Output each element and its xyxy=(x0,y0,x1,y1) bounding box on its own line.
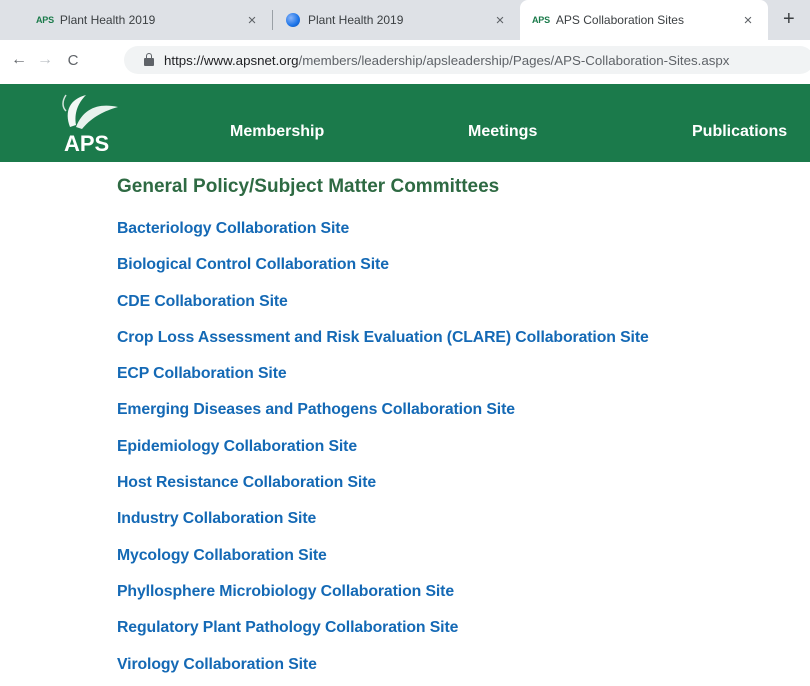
tab-aps-collaboration-sites[interactable]: APS APS Collaboration Sites × xyxy=(520,0,768,40)
aps-favicon-icon: APS xyxy=(532,15,550,25)
collaboration-site-link[interactable]: Mycology Collaboration Site xyxy=(117,547,327,564)
list-item: Virology Collaboration Site xyxy=(117,656,810,686)
collaboration-site-link[interactable]: Crop Loss Assessment and Risk Evaluation… xyxy=(117,329,649,346)
close-tab-icon[interactable]: × xyxy=(490,12,510,29)
tab-plant-health-1[interactable]: APS Plant Health 2019 × xyxy=(28,0,272,40)
list-item: Bacteriology Collaboration Site xyxy=(117,220,810,256)
page-heading: General Policy/Subject Matter Committees xyxy=(117,176,500,197)
close-tab-icon[interactable]: × xyxy=(738,12,758,29)
nav-membership[interactable]: Membership xyxy=(230,123,324,141)
list-item: Crop Loss Assessment and Risk Evaluation… xyxy=(117,329,810,365)
new-tab-button[interactable]: + xyxy=(783,8,795,31)
address-bar[interactable]: https://www.apsnet.org/members/leadershi… xyxy=(124,46,810,74)
collaboration-site-link[interactable]: Regulatory Plant Pathology Collaboration… xyxy=(117,619,458,636)
collaboration-site-link[interactable]: Industry Collaboration Site xyxy=(117,510,316,527)
tab-plant-health-2[interactable]: Plant Health 2019 × xyxy=(284,0,520,40)
close-tab-icon[interactable]: × xyxy=(242,12,262,29)
collaboration-site-link[interactable]: Virology Collaboration Site xyxy=(117,656,317,673)
collaboration-site-list: Bacteriology Collaboration Site Biologic… xyxy=(117,220,810,686)
list-item: Biological Control Collaboration Site xyxy=(117,256,810,292)
tab-divider xyxy=(272,10,273,30)
collaboration-site-link[interactable]: Phyllosphere Microbiology Collaboration … xyxy=(117,583,454,600)
collaboration-site-link[interactable]: ECP Collaboration Site xyxy=(117,365,287,382)
list-item: Regulatory Plant Pathology Collaboration… xyxy=(117,619,810,655)
tab-strip: APS Plant Health 2019 × Plant Health 201… xyxy=(0,0,810,40)
list-item: Host Resistance Collaboration Site xyxy=(117,474,810,510)
leaf-icon xyxy=(76,105,118,129)
nav-meetings[interactable]: Meetings xyxy=(468,123,537,141)
collaboration-site-link[interactable]: CDE Collaboration Site xyxy=(117,293,288,310)
globe-icon xyxy=(286,13,300,27)
aps-logo[interactable]: APS xyxy=(56,89,126,155)
list-item: Industry Collaboration Site xyxy=(117,510,810,546)
logo-text: APS xyxy=(64,131,109,155)
collaboration-site-link[interactable]: Biological Control Collaboration Site xyxy=(117,256,389,273)
browser-toolbar: ← → C https://www.apsnet.org/members/lea… xyxy=(0,40,810,80)
reload-icon[interactable]: C xyxy=(60,52,86,69)
url-text[interactable]: https://www.apsnet.org/members/leadershi… xyxy=(164,53,729,68)
site-header: APS Membership Meetings Publications xyxy=(0,84,810,162)
tab-title: APS Collaboration Sites xyxy=(555,13,684,27)
collaboration-site-link[interactable]: Bacteriology Collaboration Site xyxy=(117,220,349,237)
collaboration-site-link[interactable]: Epidemiology Collaboration Site xyxy=(117,438,357,455)
aps-favicon-icon: APS xyxy=(36,15,54,25)
main-content: General Policy/Subject Matter Committees… xyxy=(117,162,810,686)
tab-title: Plant Health 2019 xyxy=(59,13,156,27)
forward-arrow-icon[interactable]: → xyxy=(32,51,58,69)
collaboration-site-link[interactable]: Host Resistance Collaboration Site xyxy=(117,474,376,491)
list-item: Epidemiology Collaboration Site xyxy=(117,438,810,474)
tab-title: Plant Health 2019 xyxy=(308,13,404,27)
list-item: ECP Collaboration Site xyxy=(117,365,810,401)
list-item: CDE Collaboration Site xyxy=(117,293,810,329)
back-arrow-icon[interactable]: ← xyxy=(6,51,32,69)
nav-publications[interactable]: Publications xyxy=(692,123,787,141)
list-item: Mycology Collaboration Site xyxy=(117,547,810,583)
list-item: Emerging Diseases and Pathogens Collabor… xyxy=(117,401,810,437)
collaboration-site-link[interactable]: Emerging Diseases and Pathogens Collabor… xyxy=(117,401,515,418)
list-item: Phyllosphere Microbiology Collaboration … xyxy=(117,583,810,619)
lock-icon[interactable] xyxy=(144,53,154,66)
